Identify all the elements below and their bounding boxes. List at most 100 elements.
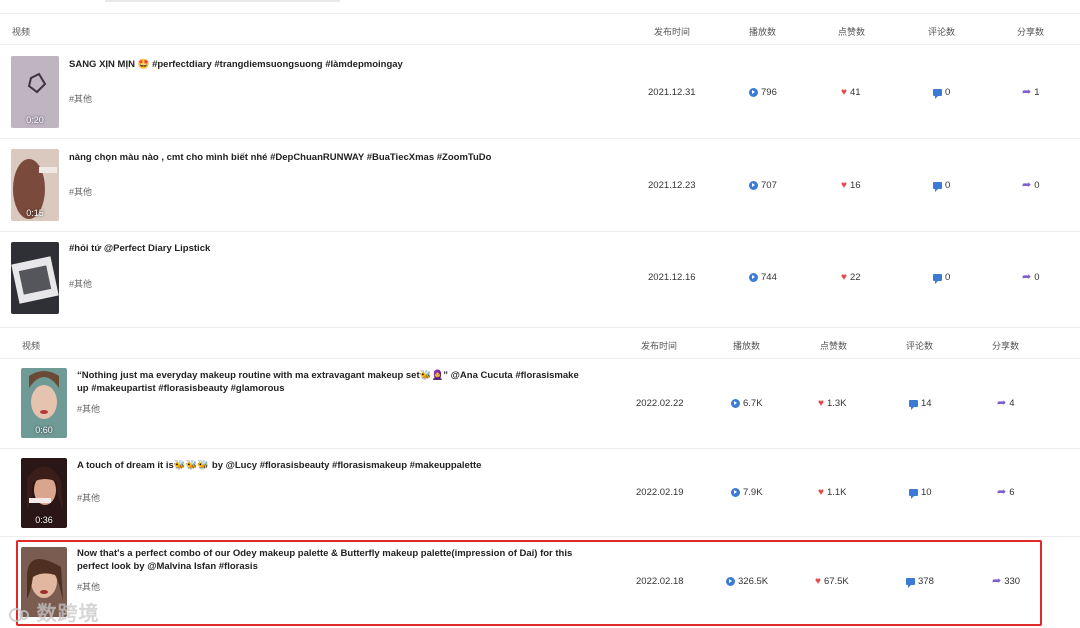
table-row[interactable]: 0:15 nàng chọn màu nào , cmt cho mình bi… bbox=[0, 139, 1080, 232]
video-thumbnail[interactable]: 0:20 bbox=[11, 56, 59, 128]
heart-icon: ♥ bbox=[818, 487, 824, 498]
play-count: 6.7K bbox=[731, 398, 763, 409]
video-tag[interactable]: #其他 bbox=[69, 185, 92, 198]
share-count-value: 6 bbox=[1009, 487, 1015, 498]
share-count-value: 0 bbox=[1034, 180, 1040, 191]
comment-count-value: 0 bbox=[945, 272, 951, 283]
play-count-value: 707 bbox=[761, 180, 777, 191]
publish-date: 2021.12.31 bbox=[648, 87, 696, 98]
play-icon bbox=[731, 399, 740, 408]
col-likes: 点赞数 bbox=[838, 27, 866, 37]
share-count: ➦ 6 bbox=[997, 486, 1015, 499]
comment-icon bbox=[933, 89, 942, 99]
video-title[interactable]: #hỏi tứ @Perfect Diary Lipstick bbox=[69, 242, 569, 255]
video-duration: 0:36 bbox=[35, 515, 53, 525]
share-icon: ➦ bbox=[997, 397, 1007, 409]
video-thumbnail[interactable] bbox=[11, 242, 59, 314]
col-plays: 播放数 bbox=[733, 341, 761, 351]
like-count: ♥ 16 bbox=[841, 180, 861, 191]
comment-count-value: 14 bbox=[921, 398, 932, 409]
comment-count-value: 0 bbox=[945, 180, 951, 191]
video-duration: 0:15 bbox=[26, 208, 44, 218]
like-count: ♥ 1.1K bbox=[818, 487, 846, 498]
col-video: 视频 bbox=[22, 341, 41, 351]
like-count-value: 1.3K bbox=[826, 398, 847, 409]
table-header: 视频 发布时间 播放数 点赞数 评论数 分享数 bbox=[0, 15, 1080, 45]
video-title[interactable]: “Nothing just ma everyday makeup routine… bbox=[77, 369, 587, 395]
publish-date: 2021.12.16 bbox=[648, 272, 696, 283]
comment-count: 0 bbox=[933, 87, 951, 99]
video-tag[interactable]: #其他 bbox=[69, 277, 92, 290]
publish-date: 2022.02.19 bbox=[636, 487, 684, 498]
like-count: ♥ 41 bbox=[841, 87, 861, 98]
comment-count: 0 bbox=[933, 180, 951, 192]
video-title[interactable]: A touch of dream it is🐝🐝🐝 by @Lucy #flor… bbox=[77, 459, 587, 472]
like-count: ♥ 1.3K bbox=[818, 398, 846, 409]
col-comments: 评论数 bbox=[906, 341, 934, 351]
video-tag[interactable]: #其他 bbox=[69, 92, 92, 105]
video-thumbnail[interactable]: 0:36 bbox=[21, 458, 67, 528]
comment-icon bbox=[909, 400, 918, 410]
comment-count-value: 0 bbox=[945, 87, 951, 98]
heart-icon: ♥ bbox=[818, 398, 824, 409]
scroll-indicator bbox=[105, 0, 340, 2]
play-count-value: 796 bbox=[761, 87, 777, 98]
share-icon: ➦ bbox=[1022, 179, 1032, 191]
video-tag[interactable]: #其他 bbox=[77, 402, 100, 415]
play-count: 796 bbox=[749, 87, 777, 98]
play-count: 707 bbox=[749, 180, 777, 191]
video-title[interactable]: SANG XỊN MỊN 🤩 #perfectdiary #trangdiems… bbox=[69, 58, 569, 71]
heart-icon: ♥ bbox=[841, 87, 847, 98]
video-thumbnail[interactable]: 0:15 bbox=[11, 149, 59, 221]
share-count-value: 4 bbox=[1009, 398, 1015, 409]
table-row[interactable]: 0:60 “Nothing just ma everyday makeup ro… bbox=[0, 359, 1080, 449]
watermark: 数跨境 bbox=[8, 597, 100, 626]
comment-icon bbox=[933, 274, 942, 284]
play-count-value: 7.9K bbox=[743, 487, 763, 498]
share-count-value: 1 bbox=[1034, 87, 1040, 98]
col-video: 视频 bbox=[12, 27, 31, 37]
thumbnail-image bbox=[11, 242, 59, 314]
watermark-text: 数跨境 bbox=[36, 603, 100, 625]
col-shares: 分享数 bbox=[992, 341, 1020, 351]
video-duration: 0:60 bbox=[35, 425, 53, 435]
comment-count-value: 10 bbox=[921, 487, 932, 498]
table-row[interactable]: 0:36 A touch of dream it is🐝🐝🐝 by @Lucy … bbox=[0, 449, 1080, 537]
share-count: ➦ 0 bbox=[1022, 179, 1040, 192]
like-count-value: 41 bbox=[849, 87, 861, 98]
play-icon bbox=[749, 273, 758, 282]
video-title[interactable]: nàng chọn màu nào , cmt cho mình biết nh… bbox=[69, 151, 589, 164]
publish-date: 2021.12.23 bbox=[648, 180, 696, 191]
watermark-logo-icon bbox=[9, 607, 29, 622]
highlight-box bbox=[16, 540, 1042, 626]
video-duration: 0:20 bbox=[26, 115, 44, 125]
share-count: ➦ 4 bbox=[997, 397, 1015, 410]
col-shares: 分享数 bbox=[1017, 27, 1045, 37]
share-count-value: 0 bbox=[1034, 272, 1040, 283]
share-icon: ➦ bbox=[997, 486, 1007, 498]
play-count-value: 6.7K bbox=[743, 398, 763, 409]
col-publish-time: 发布时间 bbox=[654, 27, 691, 37]
video-tag[interactable]: #其他 bbox=[77, 491, 100, 504]
play-count-value: 744 bbox=[761, 272, 777, 283]
heart-icon: ♥ bbox=[841, 272, 847, 283]
video-thumbnail[interactable]: 0:60 bbox=[21, 368, 67, 438]
col-plays: 播放数 bbox=[749, 27, 777, 37]
table-header: 视频 发布时间 播放数 点赞数 评论数 分享数 bbox=[0, 329, 1080, 359]
play-icon bbox=[731, 488, 740, 497]
play-icon bbox=[749, 88, 758, 97]
comment-count: 0 bbox=[933, 272, 951, 284]
table-row[interactable]: 0:20 SANG XỊN MỊN 🤩 #perfectdiary #trang… bbox=[0, 46, 1080, 139]
share-count: ➦ 0 bbox=[1022, 271, 1040, 284]
play-icon bbox=[749, 181, 758, 190]
like-count-value: 1.1K bbox=[826, 487, 847, 498]
like-count: ♥ 22 bbox=[841, 272, 861, 283]
col-likes: 点赞数 bbox=[820, 341, 848, 351]
comment-count: 14 bbox=[909, 398, 932, 410]
heart-icon: ♥ bbox=[841, 180, 847, 191]
like-count-value: 16 bbox=[849, 180, 861, 191]
col-publish-time: 发布时间 bbox=[641, 341, 678, 351]
table-row[interactable]: #hỏi tứ @Perfect Diary Lipstick #其他 2021… bbox=[0, 232, 1080, 328]
play-count: 744 bbox=[749, 272, 777, 283]
share-icon: ➦ bbox=[1022, 271, 1032, 283]
